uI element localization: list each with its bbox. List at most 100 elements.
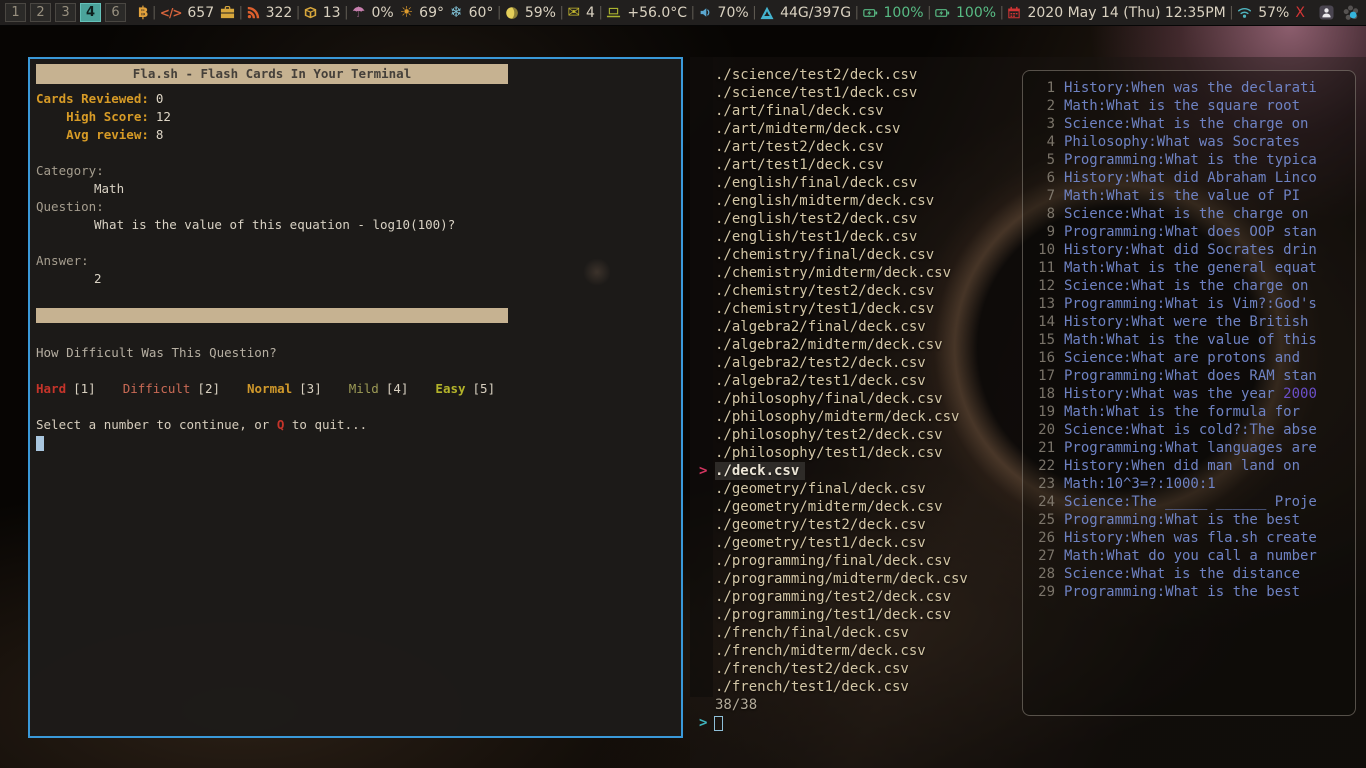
file-row[interactable]: ./geometry/final/deck.csv: [690, 480, 1030, 498]
workspace-button-2[interactable]: 2: [30, 3, 51, 22]
preview-line: 4Philosophy:What was Socrates: [1033, 133, 1355, 151]
fzf-pointer: [690, 102, 715, 120]
bar-module-cpu-temp[interactable]: +56.0°C: [606, 5, 687, 21]
fzf-search-input[interactable]: >: [699, 714, 723, 732]
file-row[interactable]: ./algebra2/midterm/deck.csv: [690, 336, 1030, 354]
workspace-button-6[interactable]: 6: [105, 3, 126, 22]
bar-module-volume[interactable]: 70%: [699, 5, 749, 21]
bar-module-weather[interactable]: ☂0%☀69°❄60°: [352, 5, 493, 21]
bar-module-disk[interactable]: 44G/397G: [760, 5, 851, 21]
difficulty-option-mild: Mild[4]: [349, 380, 409, 398]
match-counter: 38/38: [715, 696, 757, 714]
workspace-button-3[interactable]: 3: [55, 3, 76, 22]
bar-module-dev-stats[interactable]: </>657: [160, 5, 235, 21]
bar-module-packages[interactable]: 13: [304, 5, 341, 21]
preview-line: 19Math:What is the formula for: [1033, 403, 1355, 421]
stat-value: 12: [156, 109, 171, 124]
stat-label: Cards Reviewed:: [36, 91, 149, 106]
file-row[interactable]: ./art/test2/deck.csv: [690, 138, 1030, 156]
line-number: 4: [1033, 133, 1055, 151]
file-path: ./algebra2/midterm/deck.csv: [715, 336, 943, 354]
file-row[interactable]: ./french/midterm/deck.csv: [690, 642, 1030, 660]
bar-module-news[interactable]: 322: [247, 5, 293, 21]
preview-line: 27Math:What do you call a number: [1033, 547, 1355, 565]
pinwheel-tray-icon[interactable]: [1342, 4, 1360, 22]
file-row[interactable]: ./chemistry/test1/deck.csv: [690, 300, 1030, 318]
card-text: Programming:What does RAM stan: [1064, 368, 1317, 384]
hint-text: Select a number to continue, or: [36, 417, 277, 432]
file-row[interactable]: ./chemistry/test2/deck.csv: [690, 282, 1030, 300]
file-row[interactable]: ./science/test2/deck.csv: [690, 66, 1030, 84]
fzf-pointer: [690, 552, 715, 570]
line-number: 16: [1033, 349, 1055, 367]
spacer: [36, 144, 675, 162]
file-row[interactable]: ./algebra2/final/deck.csv: [690, 318, 1030, 336]
file-row[interactable]: ./philosophy/test2/deck.csv: [690, 426, 1030, 444]
preview-line: 5Programming:What is the typica: [1033, 151, 1355, 169]
file-row[interactable]: ./french/test1/deck.csv: [690, 678, 1030, 696]
bar-module-value: X: [1295, 5, 1305, 21]
bar-module-moon-phase[interactable]: 59%: [505, 5, 556, 21]
module-separator: |: [238, 5, 244, 20]
bar-module-value: 0%: [372, 5, 394, 21]
keybase-tray-icon[interactable]: [1317, 4, 1335, 22]
file-row[interactable]: ./chemistry/final/deck.csv: [690, 246, 1030, 264]
file-row[interactable]: ./english/test1/deck.csv: [690, 228, 1030, 246]
file-row[interactable]: ./science/test1/deck.csv: [690, 84, 1030, 102]
file-row[interactable]: ./french/final/deck.csv: [690, 624, 1030, 642]
fzf-pointer: [690, 318, 715, 336]
file-row[interactable]: ./chemistry/midterm/deck.csv: [690, 264, 1030, 282]
category-value: Math: [36, 180, 675, 198]
file-row[interactable]: ./art/final/deck.csv: [690, 102, 1030, 120]
card-text: Programming:What does OOP stan: [1064, 224, 1317, 240]
file-path: ./philosophy/midterm/deck.csv: [715, 408, 959, 426]
file-row[interactable]: ./programming/test2/deck.csv: [690, 588, 1030, 606]
file-row[interactable]: ./geometry/test1/deck.csv: [690, 534, 1030, 552]
file-row[interactable]: ./philosophy/final/deck.csv: [690, 390, 1030, 408]
file-row-selected[interactable]: >./deck.csv: [690, 462, 1030, 480]
file-row[interactable]: ./french/test2/deck.csv: [690, 660, 1030, 678]
card-text: History:When did man land on: [1064, 458, 1300, 474]
card-text: Math:What do you call a number: [1064, 548, 1317, 564]
file-row[interactable]: ./algebra2/test1/deck.csv: [690, 372, 1030, 390]
file-row[interactable]: ./programming/final/deck.csv: [690, 552, 1030, 570]
file-row[interactable]: ./programming/test1/deck.csv: [690, 606, 1030, 624]
preview-line: 13Programming:What is Vim?:God's: [1033, 295, 1355, 313]
file-row[interactable]: ./philosophy/midterm/deck.csv: [690, 408, 1030, 426]
line-number: 28: [1033, 565, 1055, 583]
rss-icon: [247, 6, 260, 19]
file-row[interactable]: ./philosophy/test1/deck.csv: [690, 444, 1030, 462]
card-text: Math:What is the general equat: [1064, 260, 1317, 276]
fzf-pointer: [690, 678, 715, 696]
workspace-button-1[interactable]: 1: [5, 3, 26, 22]
flash-terminal-window[interactable]: Fla.sh - Flash Cards In Your Terminal Ca…: [28, 57, 683, 738]
file-path: ./programming/test1/deck.csv: [715, 606, 951, 624]
card-text: Math:What is the value of PI: [1064, 188, 1300, 204]
file-row[interactable]: ./english/final/deck.csv: [690, 174, 1030, 192]
file-path: ./chemistry/test1/deck.csv: [715, 300, 934, 318]
bar-module-network[interactable]: 57%X: [1237, 5, 1305, 21]
file-row[interactable]: ./geometry/midterm/deck.csv: [690, 498, 1030, 516]
bar-module-bitcoin[interactable]: ฿: [138, 5, 148, 20]
card-text: Programming:What is the best: [1064, 512, 1300, 528]
bar-module-battery-1[interactable]: 100%: [863, 5, 924, 21]
file-path: ./philosophy/final/deck.csv: [715, 390, 943, 408]
file-row[interactable]: ./art/test1/deck.csv: [690, 156, 1030, 174]
file-row[interactable]: ./programming/midterm/deck.csv: [690, 570, 1030, 588]
line-number: 7: [1033, 187, 1055, 205]
briefcase-icon: [220, 5, 235, 20]
picker-terminal-window[interactable]: ./science/test2/deck.csv./science/test1/…: [690, 57, 1366, 768]
stat-label: Avg review:: [36, 127, 149, 142]
bar-module-clock[interactable]: 2020 May 14 (Thu) 12:35PM: [1007, 5, 1225, 21]
file-row[interactable]: ./algebra2/test2/deck.csv: [690, 354, 1030, 372]
file-row[interactable]: ./geometry/test2/deck.csv: [690, 516, 1030, 534]
option-key: [3]: [299, 381, 322, 396]
preview-line: 11Math:What is the general equat: [1033, 259, 1355, 277]
file-row[interactable]: ./english/midterm/deck.csv: [690, 192, 1030, 210]
bar-module-mail[interactable]: ✉4: [567, 5, 595, 21]
file-row[interactable]: ./english/test2/deck.csv: [690, 210, 1030, 228]
bar-module-battery-2[interactable]: 100%: [935, 5, 996, 21]
workspace-button-4[interactable]: 4: [80, 3, 101, 22]
bar-module-value: 13: [323, 5, 341, 21]
file-row[interactable]: ./art/midterm/deck.csv: [690, 120, 1030, 138]
